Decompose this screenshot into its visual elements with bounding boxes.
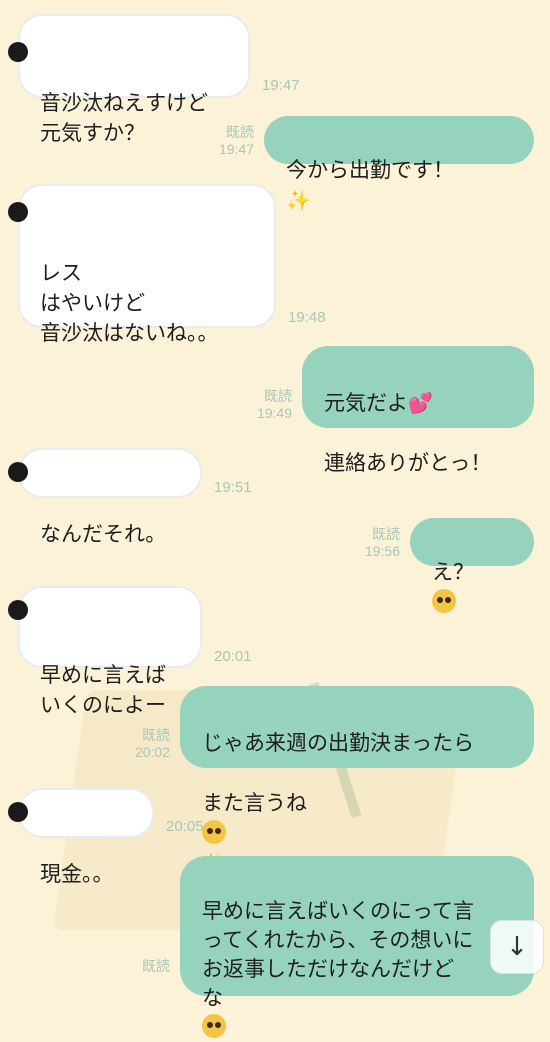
- arrow-down-icon: ↓: [506, 932, 528, 962]
- incoming-message[interactable]: 早めに言えば いくのによー: [8, 586, 202, 717]
- message-text-line2: 連絡ありがとっ！: [324, 451, 492, 475]
- message-time: 19:47: [262, 77, 300, 94]
- scroll-to-bottom-button[interactable]: ↓: [490, 920, 544, 974]
- message-meta: 既読: [112, 958, 170, 975]
- outgoing-message[interactable]: じゃあ来週の出勤決まったら また言うね ✨: [180, 686, 534, 875]
- message-time: 20:02: [134, 744, 170, 760]
- avatar[interactable]: [8, 462, 28, 482]
- two-hearts-icon: 💕: [408, 391, 433, 415]
- message-text: 今から出勤です！: [286, 158, 454, 182]
- avatar[interactable]: [8, 802, 28, 822]
- incoming-message[interactable]: 現金。。: [8, 788, 154, 886]
- pleading-face-icon: [432, 589, 456, 613]
- message-meta: 既読 20:02: [112, 727, 170, 761]
- message-time: 19:49: [256, 405, 292, 421]
- message-text: 早めに言えばいくのにって言 ってくれたから、その想いに お返事しただけなんだけど…: [202, 899, 474, 1010]
- read-receipt: 既読: [142, 958, 170, 974]
- message-text: なんだそれ。: [40, 522, 167, 546]
- avatar[interactable]: [8, 202, 28, 222]
- message-time: 19:48: [288, 309, 326, 326]
- message-text: 音沙汰ねえすけど 元気すか？: [40, 91, 208, 145]
- message-time: 20:01: [214, 648, 252, 665]
- read-receipt: 既読: [142, 727, 170, 743]
- read-receipt: 既読: [226, 124, 254, 140]
- outgoing-message[interactable]: 早めに言えばいくのにって言 ってくれたから、その想いに お返事しただけなんだけど…: [180, 856, 534, 1038]
- outgoing-message[interactable]: 今から出勤です！ ✨: [264, 116, 534, 212]
- incoming-message[interactable]: レス はやいけど 音沙汰はないね。。: [8, 184, 276, 345]
- message-text: レス はやいけど 音沙汰はないね。。: [40, 261, 219, 345]
- message-time: 19:51: [214, 479, 252, 496]
- message-text: 現金。。: [40, 862, 114, 886]
- message-time: 20:05: [166, 818, 204, 835]
- message-meta: 既読 19:56: [342, 526, 400, 560]
- message-time: 19:47: [218, 141, 254, 157]
- message-meta: 既読 19:49: [234, 388, 292, 422]
- outgoing-message[interactable]: 元気だよ💕 連絡ありがとっ！: [302, 346, 534, 475]
- message-text: え？: [432, 560, 474, 584]
- message-text-line2: また言うね: [202, 791, 307, 815]
- chat-area: 音沙汰ねえすけど 元気すか？ 19:47 既読 19:47 今から出勤です！ ✨…: [0, 0, 550, 1038]
- read-receipt: 既読: [264, 388, 292, 404]
- outgoing-message[interactable]: え？: [410, 518, 534, 613]
- sparkles-icon: ✨: [286, 188, 311, 212]
- message-meta: 既読 19:47: [196, 124, 254, 158]
- avatar[interactable]: [8, 600, 28, 620]
- winking-face-icon: [202, 820, 226, 844]
- incoming-message[interactable]: なんだそれ。: [8, 448, 202, 546]
- read-receipt: 既読: [372, 526, 400, 542]
- incoming-message[interactable]: 音沙汰ねえすけど 元気すか？: [8, 14, 250, 145]
- message-text: じゃあ来週の出勤決まったら: [202, 731, 475, 755]
- message-text: 元気だよ: [324, 391, 408, 415]
- avatar[interactable]: [8, 42, 28, 62]
- message-text: 早めに言えば いくのによー: [40, 663, 166, 717]
- pleading-face-icon: [202, 1014, 226, 1038]
- message-time: 19:56: [364, 543, 400, 559]
